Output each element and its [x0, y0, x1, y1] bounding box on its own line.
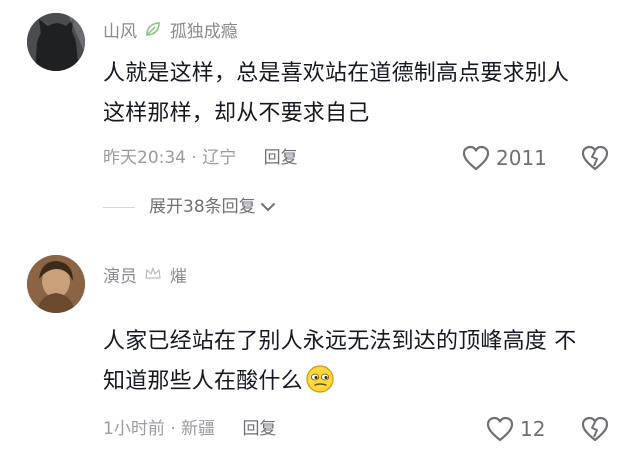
- expand-replies-label: 展开38条回复: [149, 197, 256, 217]
- divider-line: [103, 206, 135, 208]
- time-location: 1小时前 · 新疆: [103, 419, 216, 439]
- username-suffix: 熣: [169, 267, 187, 287]
- comment-text: 人就是这样，总是喜欢站在道德制高点要求别人 这样那样，却从不要求自己: [103, 54, 613, 134]
- leaf-badge-icon: [144, 20, 162, 44]
- like-button[interactable]: 2011: [462, 145, 547, 171]
- comment-text-line: 人就是这样，总是喜欢站在道德制高点要求别人: [103, 61, 570, 86]
- avatar[interactable]: [27, 255, 85, 313]
- heart-outline-icon: [462, 145, 490, 171]
- username-text: 演员: [103, 267, 137, 287]
- username[interactable]: 演员 熣: [103, 265, 187, 289]
- comment-text: 人家已经站在了别人永远无法到达的顶峰高度 不 知道那些人在酸什么: [103, 322, 613, 402]
- comment-text-segment: 知道那些人在酸什么: [103, 369, 303, 394]
- time-location: 昨天20:34 · 辽宁: [103, 148, 237, 168]
- comment-text-line: 这样那样，却从不要求自己: [103, 101, 370, 126]
- reply-button[interactable]: 回复: [242, 419, 276, 439]
- dislike-button[interactable]: [581, 144, 609, 172]
- heart-outline-icon: [486, 416, 514, 442]
- person-avatar-image: [27, 255, 85, 313]
- smirk-emoji-icon: [305, 364, 335, 394]
- reply-button[interactable]: 回复: [264, 148, 298, 168]
- comment-item: 山风 孤独成瘾 人就是这样，总是喜欢站在道德制高点要求别人 这样那样，却从不要求…: [0, 0, 640, 245]
- avatar[interactable]: [27, 13, 85, 71]
- comment-meta: 1小时前 · 新疆 回复: [103, 418, 276, 440]
- like-count: 2011: [496, 146, 547, 170]
- expand-replies-button[interactable]: 展开38条回复: [103, 196, 276, 218]
- comment-text-line: 人家已经站在了别人永远无法到达的顶峰高度 不: [103, 329, 577, 354]
- cat-avatar-image: [27, 13, 85, 71]
- comment-meta: 昨天20:34 · 辽宁 回复: [103, 147, 298, 169]
- crown-badge-icon: [144, 265, 162, 289]
- dislike-button[interactable]: [581, 415, 609, 443]
- like-button[interactable]: 12: [486, 416, 545, 442]
- comment-text-line: 知道那些人在酸什么: [103, 362, 613, 402]
- username-text: 山风: [103, 22, 137, 42]
- chevron-down-icon: [260, 203, 275, 211]
- comment-item: 演员 熣 人家已经站在了别人永远无法到达的顶峰高度 不 知道那些人在酸什么 1小…: [0, 245, 640, 459]
- broken-heart-icon: [581, 416, 609, 442]
- username[interactable]: 山风 孤独成瘾: [103, 20, 238, 44]
- broken-heart-icon: [581, 145, 609, 171]
- like-count: 12: [520, 417, 546, 441]
- username-suffix: 孤独成瘾: [169, 22, 238, 42]
